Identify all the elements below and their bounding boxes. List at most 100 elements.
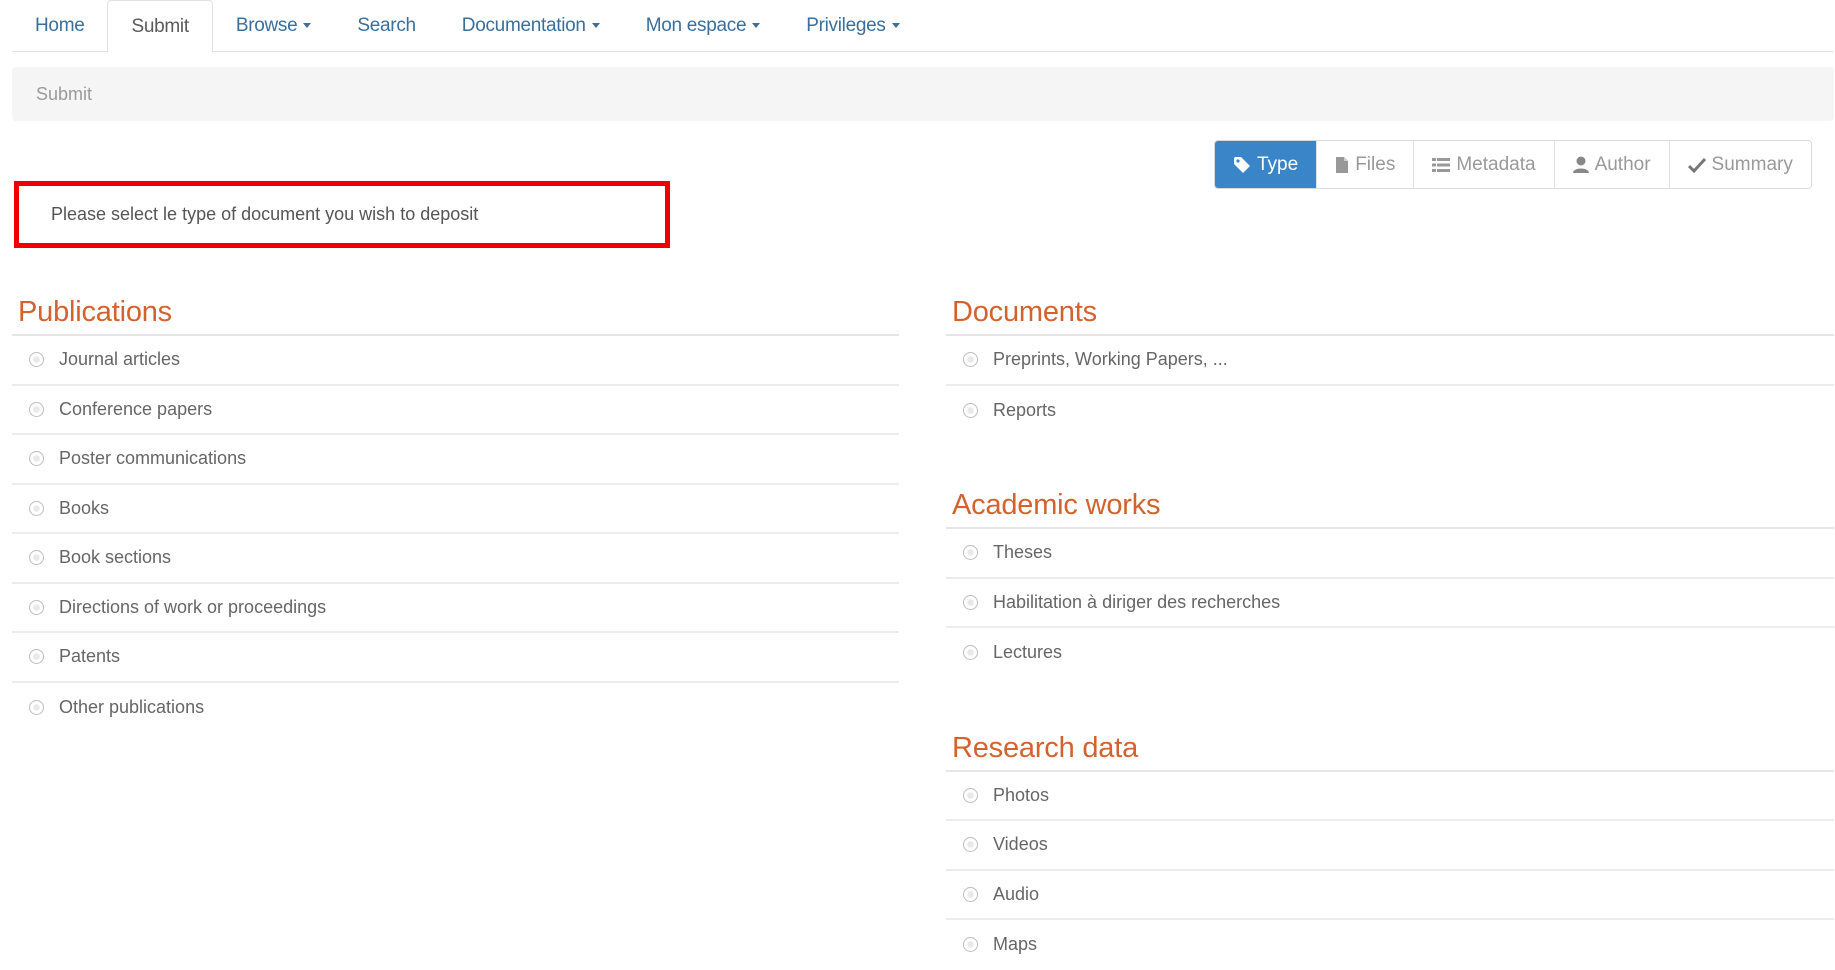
instruction-box: Please select le type of document you wi… — [14, 181, 670, 248]
radio-icon[interactable] — [963, 594, 978, 610]
check-icon — [1687, 157, 1706, 173]
nav-mon-espace[interactable]: Mon espace — [623, 0, 784, 51]
option-label: Reports — [993, 399, 1057, 420]
option-label: Photos — [993, 784, 1050, 805]
option-poster-communications[interactable]: Poster communications — [12, 435, 899, 485]
option-maps[interactable]: Maps — [946, 920, 1834, 970]
documents-section: Documents Preprints, Working Papers, ...… — [946, 290, 1834, 435]
option-other-publications[interactable]: Other publications — [12, 683, 899, 733]
radio-icon[interactable] — [29, 352, 44, 368]
radio-icon[interactable] — [29, 649, 44, 665]
step-summary-label: Summary — [1711, 153, 1793, 175]
nav-home-label: Home — [35, 14, 85, 36]
step-files[interactable]: Files — [1316, 141, 1414, 188]
step-author[interactable]: Author — [1553, 141, 1669, 188]
nav-browse-label: Browse — [235, 14, 298, 36]
option-journal-articles[interactable]: Journal articles — [12, 336, 899, 386]
option-label: Habilitation à diriger des recherches — [993, 591, 1281, 612]
nav-browse[interactable]: Browse — [213, 0, 335, 51]
radio-icon[interactable] — [29, 699, 44, 715]
option-habilitation[interactable]: Habilitation à diriger des recherches — [946, 579, 1834, 628]
left-column: Publications Journal articles Conference… — [12, 290, 899, 732]
research-data-section: Research data Photos Videos Audio Maps — [946, 726, 1834, 970]
step-summary[interactable]: Summary — [1668, 141, 1811, 188]
file-icon — [1335, 156, 1349, 174]
instruction-text: Please select le type of document you wi… — [51, 204, 479, 224]
radio-icon[interactable] — [963, 837, 978, 853]
option-patents[interactable]: Patents — [12, 633, 899, 683]
radio-icon[interactable] — [963, 545, 978, 561]
option-conference-papers[interactable]: Conference papers — [12, 386, 899, 435]
option-label: Directions of work or proceedings — [59, 596, 327, 617]
nav-submit-label: Submit — [131, 15, 189, 37]
radio-icon[interactable] — [29, 401, 44, 417]
list-icon — [1432, 157, 1451, 173]
step-type-label: Type — [1257, 153, 1299, 175]
radio-icon[interactable] — [29, 451, 44, 467]
option-reports[interactable]: Reports — [946, 386, 1834, 436]
breadcrumb-current: Submit — [36, 83, 93, 104]
option-audio[interactable]: Audio — [946, 871, 1834, 920]
section-title: Publications — [12, 290, 899, 336]
chevron-down-icon — [303, 23, 312, 28]
tag-icon — [1233, 156, 1251, 174]
option-label: Books — [59, 497, 110, 518]
publications-section: Publications Journal articles Conference… — [12, 290, 899, 732]
option-label: Poster communications — [59, 448, 247, 469]
chevron-down-icon — [591, 23, 600, 28]
radio-icon[interactable] — [963, 352, 978, 368]
option-preprints[interactable]: Preprints, Working Papers, ... — [946, 336, 1834, 386]
option-theses[interactable]: Theses — [946, 529, 1834, 579]
option-label: Videos — [993, 834, 1048, 855]
radio-icon[interactable] — [963, 787, 978, 803]
radio-icon[interactable] — [963, 886, 978, 902]
nav-search[interactable]: Search — [334, 0, 438, 51]
nav-documentation[interactable]: Documentation — [439, 0, 623, 51]
user-icon — [1572, 156, 1589, 174]
submission-steps: Type Files Metadata Author Summary — [1214, 140, 1812, 189]
radio-icon[interactable] — [29, 500, 44, 516]
option-label: Other publications — [59, 696, 205, 717]
option-lectures[interactable]: Lectures — [946, 628, 1834, 678]
nav-home[interactable]: Home — [12, 0, 107, 51]
top-nav: Home Submit Browse Search Documentation … — [12, 0, 1834, 53]
option-label: Theses — [993, 542, 1053, 563]
section-title: Documents — [946, 290, 1834, 336]
option-label: Lectures — [993, 642, 1063, 663]
option-books[interactable]: Books — [12, 485, 899, 534]
radio-icon[interactable] — [963, 402, 978, 418]
chevron-down-icon — [891, 23, 900, 28]
right-column: Documents Preprints, Working Papers, ...… — [946, 290, 1834, 970]
option-videos[interactable]: Videos — [946, 821, 1834, 871]
option-book-sections[interactable]: Book sections — [12, 534, 899, 584]
option-label: Conference papers — [59, 398, 213, 419]
nav-submit[interactable]: Submit — [107, 0, 213, 53]
option-label: Journal articles — [59, 349, 181, 370]
radio-icon[interactable] — [963, 937, 978, 953]
nav-mon-espace-label: Mon espace — [645, 14, 747, 36]
academic-works-section: Academic works Theses Habilitation à dir… — [946, 483, 1834, 678]
section-title: Academic works — [946, 483, 1834, 529]
breadcrumb: Submit — [12, 67, 1834, 121]
step-files-label: Files — [1355, 153, 1396, 175]
chevron-down-icon — [752, 23, 761, 28]
step-metadata[interactable]: Metadata — [1413, 141, 1554, 188]
step-metadata-label: Metadata — [1456, 153, 1536, 175]
section-title: Research data — [946, 726, 1834, 772]
option-label: Patents — [59, 646, 121, 667]
option-label: Audio — [993, 883, 1040, 904]
step-author-label: Author — [1594, 153, 1651, 175]
nav-privileges-label: Privileges — [806, 14, 886, 36]
radio-icon[interactable] — [29, 550, 44, 566]
option-label: Maps — [993, 934, 1038, 955]
radio-icon[interactable] — [29, 599, 44, 615]
nav-search-label: Search — [357, 14, 416, 36]
nav-documentation-label: Documentation — [461, 14, 586, 36]
option-label: Book sections — [59, 547, 172, 568]
nav-privileges[interactable]: Privileges — [783, 0, 922, 51]
radio-icon[interactable] — [963, 645, 978, 661]
step-type[interactable]: Type — [1215, 141, 1317, 188]
option-directions-of-work[interactable]: Directions of work or proceedings — [12, 584, 899, 633]
option-photos[interactable]: Photos — [946, 772, 1834, 821]
option-label: Preprints, Working Papers, ... — [993, 349, 1228, 370]
